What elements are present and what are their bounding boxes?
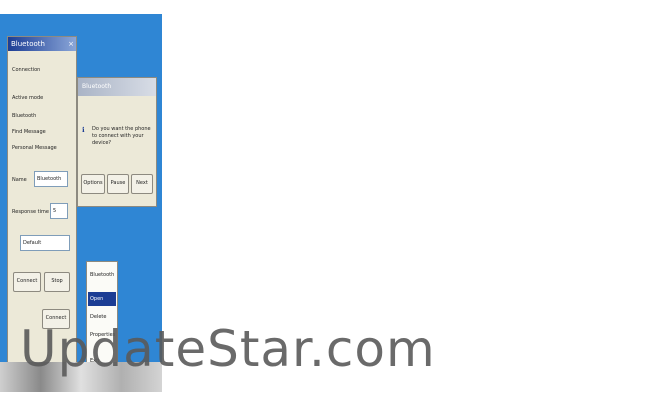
response-time-field[interactable]: 5 [50, 203, 68, 219]
response-time-label: Response time [12, 209, 49, 215]
options-button[interactable]: Options [81, 174, 105, 194]
panel-title: Bluetooth [11, 40, 45, 48]
dialog-message: Do you want the phone to connect with yo… [92, 126, 151, 146]
next-button[interactable]: Next [131, 174, 153, 194]
radio-option-4[interactable]: Personal Message [12, 145, 57, 151]
stop-button[interactable]: Stop [44, 272, 70, 292]
section-label: Connection [12, 67, 41, 73]
panel-titlebar: Bluetooth × [8, 37, 76, 51]
menu-item-bluetooth[interactable]: Bluetooth [88, 268, 116, 282]
radio-option-3[interactable]: Find Message [12, 129, 46, 135]
menu-item-open[interactable]: Open [88, 292, 116, 306]
name-label: Name [12, 177, 27, 183]
bluetooth-dialog: Bluetooth ℹ Do you want the phone to con… [77, 77, 157, 207]
dialog-title: Bluetooth [78, 78, 156, 96]
connect-button[interactable]: Connect [13, 272, 41, 292]
mode-select[interactable]: Default [20, 235, 70, 251]
radio-option-2[interactable]: Bluetooth [12, 113, 36, 119]
close-icon[interactable]: × [68, 37, 74, 51]
watermark: UpdateStar.com [20, 320, 436, 378]
settings-panel: Bluetooth × Connection Active mode Bluet… [7, 36, 77, 366]
info-icon: ℹ [82, 126, 85, 134]
radio-option-1[interactable]: Active mode [12, 95, 43, 101]
name-field[interactable]: Bluetooth [34, 171, 68, 187]
pause-button[interactable]: Pause [107, 174, 129, 194]
